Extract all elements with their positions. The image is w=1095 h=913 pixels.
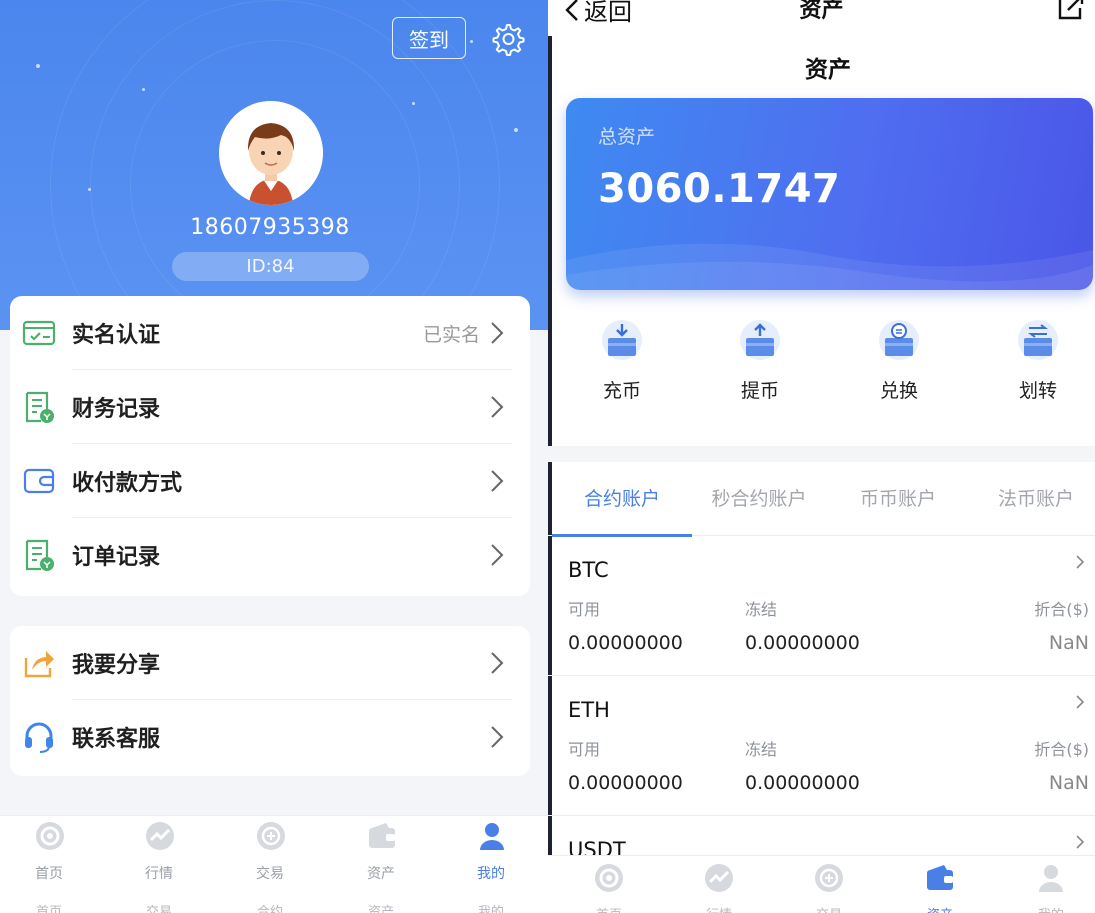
menu-item-customer-service[interactable]: 联系客服	[10, 700, 530, 774]
available-amount: 0.00000000	[568, 632, 683, 654]
coin-name: ETH	[568, 698, 610, 722]
tab-trade[interactable]: 交易	[784, 858, 874, 913]
tab-trade[interactable]: 交易 合约	[225, 816, 315, 913]
frozen-amount: 0.00000000	[745, 772, 860, 794]
tab-home[interactable]: 首页 首页	[4, 816, 94, 913]
order-record-icon	[25, 539, 54, 571]
assets-panel: 返回 资产 资产 总资产 3060.1747 充币 提币 兑换 划转 合约账户 …	[548, 0, 1095, 913]
phone-number: 18607935398	[190, 215, 350, 240]
menu-item-label: 订单记录	[72, 545, 161, 570]
trade-icon	[815, 864, 843, 892]
tab-home[interactable]: 首页	[564, 858, 654, 913]
withdraw-button[interactable]: 提币	[698, 318, 818, 418]
menu-item-order-records[interactable]: 订单记录	[10, 518, 530, 592]
tab-assets[interactable]: 资产 资产	[336, 816, 426, 913]
frozen-amount: 0.00000000	[745, 632, 860, 654]
home-icon	[595, 864, 623, 892]
page-title: 资产	[805, 57, 851, 83]
signin-button[interactable]: 签到	[392, 17, 466, 59]
id-card-icon	[22, 320, 56, 346]
converted-amount: NaN	[1048, 632, 1089, 654]
user-icon	[1039, 865, 1063, 892]
tab-fiat-account[interactable]: 法币账户	[966, 484, 1095, 511]
tab-mine[interactable]: 我的 我的	[446, 816, 536, 913]
avatar[interactable]	[219, 101, 323, 205]
chevron-right-icon	[1076, 555, 1085, 569]
trade-icon	[257, 822, 285, 850]
exchange-icon	[879, 320, 919, 360]
total-assets-card: 总资产 3060.1747	[566, 98, 1093, 290]
coin-row-btc[interactable]: BTC 可用 冻结 折合($) 0.00000000 0.00000000 Na…	[548, 538, 1095, 676]
converted-amount: NaN	[1048, 772, 1089, 794]
verified-status: 已实名	[422, 323, 480, 346]
menu-item-real-name[interactable]: 实名认证 已实名	[10, 296, 530, 370]
tab-contract-account[interactable]: 合约账户	[552, 484, 692, 511]
tab-mine[interactable]: 我的	[1006, 858, 1095, 913]
asset-icon	[369, 823, 395, 848]
deposit-button[interactable]: 充币	[560, 318, 680, 418]
withdraw-icon	[740, 320, 780, 360]
share-icon	[24, 651, 54, 678]
deposit-icon	[602, 320, 642, 360]
menu-card-account: 实名认证 已实名 财务记录 收付款方式 订单记录	[10, 296, 530, 596]
menu-item-label: 收付款方式	[72, 471, 183, 496]
chevron-right-icon	[1076, 695, 1085, 709]
active-tab-indicator	[552, 534, 692, 537]
coin-row-eth[interactable]: ETH 可用 冻结 折合($) 0.00000000 0.00000000 Na…	[548, 678, 1095, 816]
transfer-icon	[1018, 320, 1058, 360]
account-tabs: 合约账户 秒合约账户 币币账户 法币账户	[548, 462, 1095, 537]
nav-title: 资产	[799, 0, 844, 23]
chevron-right-icon	[491, 470, 504, 492]
total-assets-value: 3060.1747	[598, 166, 841, 212]
chevron-right-icon	[491, 544, 504, 566]
wallet-icon	[927, 865, 953, 890]
menu-item-finance-records[interactable]: 财务记录	[10, 370, 530, 444]
wallet-icon	[23, 468, 55, 494]
headset-icon	[25, 722, 53, 753]
chevron-right-icon	[491, 396, 504, 418]
coin-name: BTC	[568, 558, 609, 582]
menu-item-share[interactable]: 我要分享	[10, 626, 530, 700]
menu-item-label: 联系客服	[72, 727, 161, 752]
external-link-icon[interactable]	[1056, 0, 1084, 22]
menu-item-label: 我要分享	[72, 653, 161, 678]
user-icon	[480, 823, 504, 850]
profile-header: 签到 18607935398 ID:84	[0, 0, 548, 330]
finance-record-icon	[25, 391, 54, 423]
transfer-button[interactable]: 划转	[976, 318, 1095, 418]
bottom-tab-bar: 首页 行情 交易 资产 我的	[548, 855, 1095, 913]
gear-icon[interactable]	[487, 19, 527, 59]
tab-assets[interactable]: 资产	[895, 858, 985, 913]
tab-second-contract-account[interactable]: 秒合约账户	[689, 484, 829, 511]
tab-coin-account[interactable]: 币币账户	[828, 484, 968, 511]
menu-card-support: 我要分享 联系客服	[10, 626, 530, 776]
exchange-button[interactable]: 兑换	[837, 318, 957, 418]
chevron-right-icon	[1076, 835, 1085, 849]
tab-market[interactable]: 行情 交易	[114, 816, 204, 913]
chevron-right-icon	[491, 726, 504, 748]
bottom-tab-bar: 首页 首页 行情 交易 交易 合约 资产 资产 我的 我的	[0, 815, 548, 913]
menu-item-label: 财务记录	[72, 397, 161, 422]
menu-item-payment-methods[interactable]: 收付款方式	[10, 444, 530, 518]
menu-item-label: 实名认证	[72, 323, 161, 348]
total-assets-label: 总资产	[598, 126, 656, 148]
chevron-right-icon	[491, 652, 504, 674]
market-icon	[705, 864, 733, 892]
user-id-badge: ID:84	[172, 252, 369, 281]
tab-market[interactable]: 行情	[674, 858, 764, 913]
home-icon	[36, 822, 64, 850]
market-icon	[146, 822, 174, 850]
chevron-right-icon	[491, 322, 504, 344]
available-amount: 0.00000000	[568, 772, 683, 794]
profile-panel: 签到 18607935398 ID:84 实名认证 已实名 财务记录 收付款方式…	[0, 0, 548, 913]
